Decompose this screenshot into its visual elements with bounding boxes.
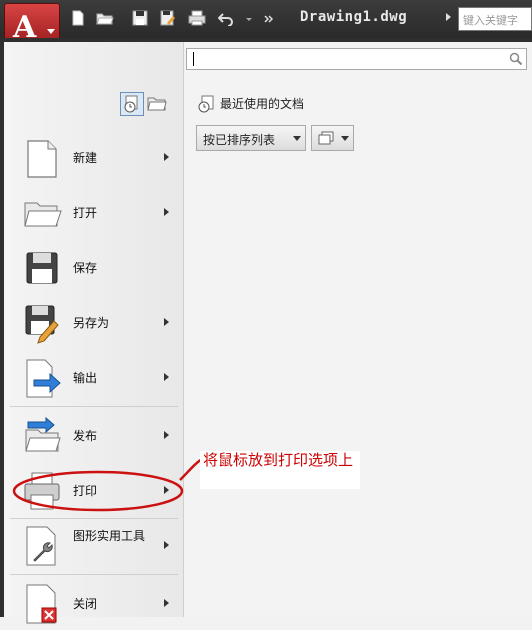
annotation-text: 将鼠标放到打印选项上 — [203, 451, 354, 469]
annotation-ellipse — [12, 456, 205, 512]
